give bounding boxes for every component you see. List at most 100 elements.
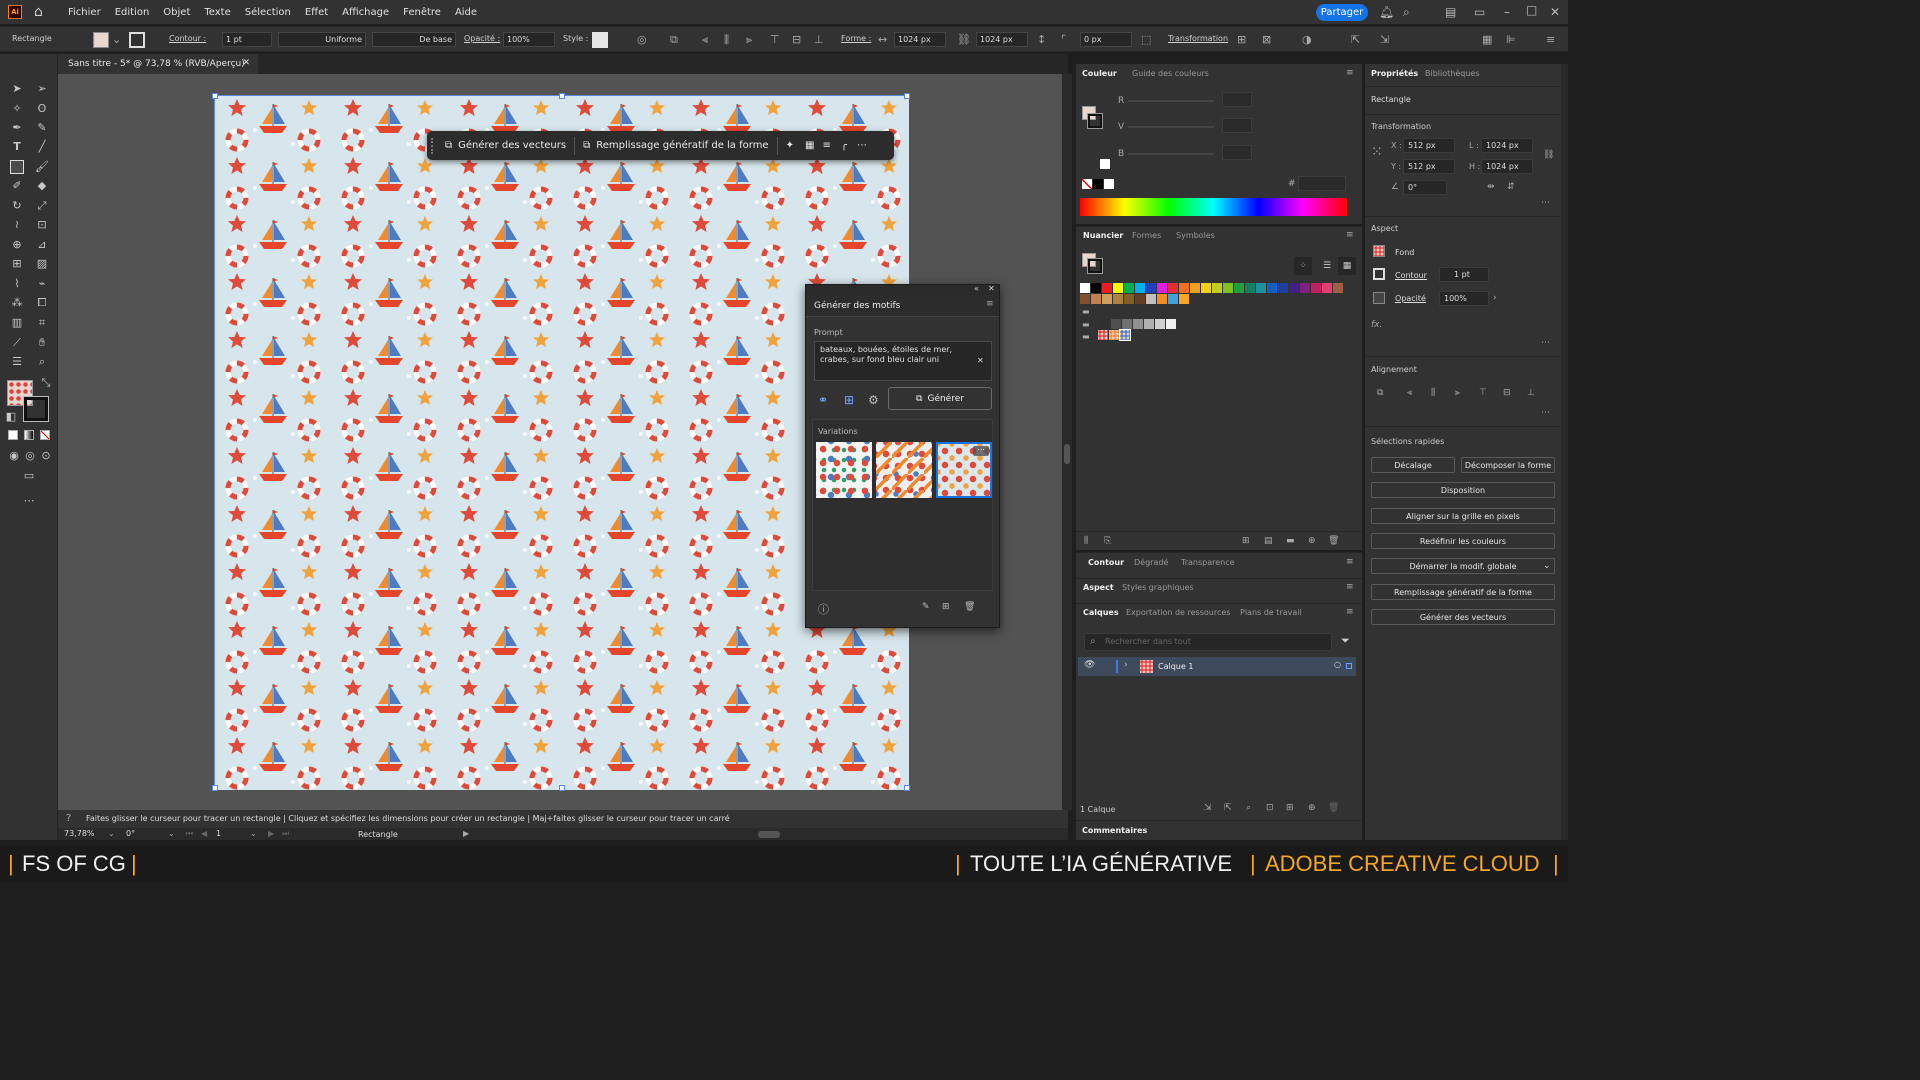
warp-tool-icon[interactable]: ≀ xyxy=(10,218,24,232)
tab-styles-graphiques[interactable]: Styles graphiques xyxy=(1122,583,1194,592)
artboard-tool-icon[interactable]: ⧠ xyxy=(35,296,49,310)
free-transform-tool-icon[interactable]: ⊡ xyxy=(35,218,49,232)
minimize-icon[interactable]: – xyxy=(1504,5,1510,19)
transform-link[interactable]: Transformation xyxy=(1168,34,1228,43)
panel-grip[interactable]: « ✕ xyxy=(806,284,999,295)
align-left-icon[interactable]: ⫷ xyxy=(1407,388,1412,398)
menu-item-6[interactable]: Affichage xyxy=(342,7,389,18)
style-reference-icon[interactable]: ⚭ xyxy=(818,393,828,407)
expand-shape-button[interactable]: Décomposer la forme xyxy=(1461,457,1555,473)
color-swatch[interactable] xyxy=(1179,283,1189,293)
opacity-label-prop[interactable]: Opacité xyxy=(1395,294,1426,303)
symbol-sprayer-tool-icon[interactable]: ⁂ xyxy=(10,296,24,310)
variation-thumbnail-2[interactable] xyxy=(876,442,932,498)
draw-inside-icon[interactable]: ⊙ xyxy=(39,449,53,463)
menu-item-0[interactable]: Fichier xyxy=(68,7,101,18)
magic-icon[interactable]: ✦ xyxy=(778,135,802,157)
color-swatch[interactable] xyxy=(1113,294,1123,304)
none-swatch[interactable] xyxy=(1082,179,1092,189)
draw-behind-icon[interactable]: ◎ xyxy=(23,449,37,463)
magic-wand-tool-icon[interactable]: ✧ xyxy=(10,102,24,116)
color-swatch[interactable] xyxy=(1168,283,1178,293)
angle-field[interactable]: 0° xyxy=(1403,180,1447,195)
panel-menu-icon[interactable]: ≡ xyxy=(1346,607,1354,617)
chevron-down-icon[interactable]: ⌄ xyxy=(112,33,121,46)
isolate-icon[interactable]: ⇱ xyxy=(1351,33,1360,46)
folder-icon-3[interactable]: ▬ xyxy=(1082,332,1092,342)
vertical-scrollbar[interactable] xyxy=(1062,74,1072,810)
menu-item-8[interactable]: Aide xyxy=(455,7,477,18)
menu-item-2[interactable]: Objet xyxy=(163,7,190,18)
gray-swatch[interactable] xyxy=(1100,319,1110,329)
list-view-icon[interactable]: ☰ xyxy=(1318,257,1336,275)
eyedropper-tool-icon[interactable]: ⌇ xyxy=(10,277,24,291)
h-field[interactable]: 1024 px xyxy=(1481,159,1533,174)
color-swatch[interactable] xyxy=(1245,283,1255,293)
stroke-color-icon[interactable] xyxy=(1087,113,1103,129)
layer-row[interactable]: 👁︎ › Calque 1 ○ xyxy=(1078,657,1356,676)
new-sublayer-icon[interactable]: ⊞ xyxy=(1286,803,1294,813)
color-swatch[interactable] xyxy=(1168,294,1178,304)
locate-object-icon[interactable]: ⌕ xyxy=(1246,803,1251,813)
bell-icon[interactable]: 🔔︎ xyxy=(1379,5,1394,19)
brush-select[interactable]: De base xyxy=(372,32,456,47)
rotation-field[interactable]: 0° xyxy=(126,829,170,840)
pattern-type-icon[interactable]: ⊞ xyxy=(844,393,854,407)
color-swatch[interactable] xyxy=(1124,283,1134,293)
gray-swatch[interactable] xyxy=(1111,319,1121,329)
x-field[interactable]: 512 px xyxy=(1403,138,1455,153)
panel-layout-icon[interactable]: ▦ xyxy=(1482,33,1492,46)
tab-couleur[interactable]: Couleur xyxy=(1082,69,1117,78)
active-stroke-icon[interactable] xyxy=(1087,258,1103,274)
expand-chevron-icon[interactable]: › xyxy=(1124,660,1128,670)
artboard-chevron-icon[interactable]: ⌄ xyxy=(250,829,257,838)
white-swatch[interactable] xyxy=(1100,159,1110,169)
swatch-options-icon[interactable]: ⎘ xyxy=(1104,536,1111,546)
color-swatch[interactable] xyxy=(1135,283,1145,293)
align-right-icon[interactable]: ⫸ xyxy=(746,33,752,47)
line-tool-icon[interactable]: ╱ xyxy=(35,140,49,154)
arrange-docs-icon[interactable]: ▭ xyxy=(1474,5,1485,19)
collect-export-icon[interactable]: ⇲ xyxy=(1204,803,1212,813)
export-layer-icon[interactable]: ⇱ xyxy=(1224,803,1232,813)
artboard-nav-first-icon[interactable]: ⏮ xyxy=(186,829,193,839)
more-align-icon[interactable]: ⋯ xyxy=(1541,408,1550,418)
pattern-rectangle[interactable] xyxy=(212,93,910,791)
align-vcenter-icon[interactable]: ⊟ xyxy=(792,33,801,46)
color-swatch[interactable] xyxy=(1212,283,1222,293)
color-swatch[interactable] xyxy=(1278,283,1288,293)
recolor-button[interactable]: Redéfinir les couleurs xyxy=(1371,533,1555,549)
color-swatch[interactable] xyxy=(1223,283,1233,293)
workspace-icon[interactable]: ▤ xyxy=(1445,5,1456,19)
clear-prompt-icon[interactable]: ✕ xyxy=(977,356,984,366)
tab-plans-travail[interactable]: Plans de travail xyxy=(1240,608,1302,617)
selection-handle[interactable] xyxy=(904,785,910,791)
align-top-icon[interactable]: ⊤ xyxy=(770,33,780,46)
selection-square-icon[interactable] xyxy=(1346,663,1352,669)
global-edit-button[interactable]: Démarrer la modif. globale xyxy=(1371,558,1555,574)
color-swatch[interactable] xyxy=(1333,283,1343,293)
opacity-field-prop[interactable]: 100% xyxy=(1439,291,1489,306)
opacity-swatch-prop[interactable] xyxy=(1373,292,1385,304)
height-field[interactable]: 1024 px xyxy=(976,32,1028,47)
stroke-label[interactable]: Contour xyxy=(1395,271,1427,280)
selection-handle[interactable] xyxy=(559,785,565,791)
transform-each-icon[interactable]: ⊞ xyxy=(1237,33,1246,46)
color-swatch[interactable] xyxy=(1124,294,1134,304)
pattern-swatch-2[interactable] xyxy=(1109,330,1119,340)
tab-nuancier[interactable]: Nuancier xyxy=(1083,231,1123,240)
tab-commentaires[interactable]: Commentaires xyxy=(1082,826,1147,835)
close-tab-icon[interactable]: ✕ xyxy=(242,58,250,68)
folder-icon[interactable]: ▬ xyxy=(1082,307,1092,317)
edit-icon[interactable]: ✎ xyxy=(922,602,930,612)
color-swatch[interactable] xyxy=(1289,283,1299,293)
paintbrush-tool-icon[interactable]: 🖌︎ xyxy=(35,160,49,174)
stroke-weight-field[interactable]: 1 pt xyxy=(222,32,272,47)
artboard-number[interactable]: 1 xyxy=(216,829,250,840)
delete-layer-icon[interactable]: 🗑︎ xyxy=(1328,803,1339,813)
pattern-icon[interactable]: ▦ xyxy=(802,135,817,157)
print-tiling-tool-icon[interactable]: ☰ xyxy=(10,355,24,369)
none-mode-icon[interactable] xyxy=(40,430,50,440)
fx-button[interactable]: fx. xyxy=(1371,320,1382,330)
generate-button[interactable]: ⧉ Générer xyxy=(888,387,992,410)
